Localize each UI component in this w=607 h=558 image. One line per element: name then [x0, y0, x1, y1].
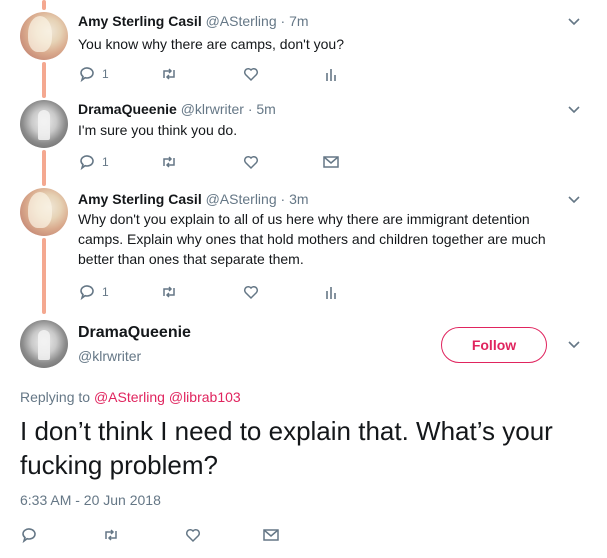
reply-button[interactable]: 1 — [78, 282, 109, 302]
author-name[interactable]: DramaQueenie — [78, 324, 191, 342]
retweet-icon — [163, 286, 175, 298]
chevron-down-icon[interactable] — [567, 15, 581, 29]
retweet-button[interactable] — [160, 152, 178, 172]
reply-button[interactable]: 1 — [78, 64, 109, 84]
chevron-down-icon[interactable] — [567, 338, 581, 352]
like-button[interactable] — [184, 525, 202, 545]
author-name[interactable]: Amy Sterling Casil — [78, 191, 202, 207]
reply-icon — [80, 67, 94, 83]
heart-icon — [185, 528, 201, 543]
retweet-button[interactable] — [102, 525, 120, 545]
reply-icon — [80, 285, 94, 301]
author-handle[interactable]: @klrwriter — [181, 101, 244, 117]
reply-icon — [22, 528, 36, 544]
retweet-button[interactable] — [160, 64, 178, 84]
reply-count: 1 — [102, 67, 109, 81]
heart-icon — [243, 67, 259, 82]
separator-dot: · — [280, 191, 286, 207]
analytics-button[interactable] — [322, 64, 340, 84]
mention-link[interactable]: @librab103 — [169, 389, 241, 405]
analytics-icon — [326, 69, 336, 81]
mention-link[interactable]: @ASterling — [94, 389, 165, 405]
like-button[interactable] — [242, 282, 260, 302]
replying-to: Replying to @ASterling @librab103 — [20, 389, 241, 405]
tweet-text: I don’t think I need to explain that. Wh… — [20, 416, 553, 480]
tweet-actions: 1 — [78, 282, 578, 302]
avatar[interactable] — [20, 12, 68, 60]
replying-prefix: Replying to — [20, 389, 91, 405]
direct-message-button[interactable] — [322, 152, 340, 172]
retweet-icon — [105, 529, 117, 541]
retweet-icon — [163, 156, 175, 168]
retweet-icon — [163, 68, 175, 80]
thread-line — [42, 150, 46, 186]
author-handle[interactable]: @ASterling — [206, 191, 277, 207]
follow-button[interactable]: Follow — [441, 327, 547, 363]
heart-icon — [243, 285, 259, 300]
tweet-time[interactable]: 7m — [289, 13, 308, 29]
thread-line — [42, 238, 46, 314]
envelope-icon — [323, 156, 339, 168]
avatar[interactable] — [20, 100, 68, 148]
chevron-down-icon[interactable] — [567, 193, 581, 207]
tweet-text: You know why there are camps, don't you? — [78, 36, 344, 52]
reply-icon — [80, 155, 94, 171]
author-handle[interactable]: @klrwriter — [78, 348, 141, 364]
reply-button[interactable]: 1 — [78, 152, 109, 172]
tweet-header: DramaQueenie @klrwriter · 5m — [78, 100, 276, 118]
separator-dot: · — [247, 101, 253, 117]
author-name[interactable]: Amy Sterling Casil — [78, 13, 202, 29]
tweet-header: Amy Sterling Casil @ASterling · 3m — [78, 190, 309, 208]
thread-line — [42, 0, 46, 10]
reply-count: 1 — [102, 285, 109, 299]
analytics-icon — [326, 287, 336, 299]
tweet-time[interactable]: 5m — [256, 101, 275, 117]
like-button[interactable] — [242, 152, 260, 172]
author-handle[interactable]: @ASterling — [206, 13, 277, 29]
tweet-text: Why don't you explain to all of us here … — [78, 211, 546, 267]
thread-line — [42, 62, 46, 98]
separator-dot: · — [280, 13, 286, 29]
tweet-text: I'm sure you think you do. — [78, 122, 238, 138]
retweet-button[interactable] — [160, 282, 178, 302]
analytics-button[interactable] — [322, 282, 340, 302]
tweet-timestamp[interactable]: 6:33 AM - 20 Jun 2018 — [20, 492, 161, 508]
direct-message-button[interactable] — [262, 525, 280, 545]
tweet-actions: 1 — [78, 152, 578, 172]
author-name[interactable]: DramaQueenie — [78, 101, 177, 117]
tweet-header: Amy Sterling Casil @ASterling · 7m — [78, 12, 309, 30]
envelope-icon — [263, 529, 279, 541]
reply-button[interactable] — [20, 525, 38, 545]
reply-count: 1 — [102, 155, 109, 169]
heart-icon — [243, 155, 259, 170]
tweet-time[interactable]: 3m — [289, 191, 308, 207]
avatar[interactable] — [20, 320, 68, 368]
tweet-actions — [20, 525, 600, 547]
tweet-actions: 1 — [78, 64, 578, 84]
chevron-down-icon[interactable] — [567, 103, 581, 117]
avatar[interactable] — [20, 188, 68, 236]
like-button[interactable] — [242, 64, 260, 84]
